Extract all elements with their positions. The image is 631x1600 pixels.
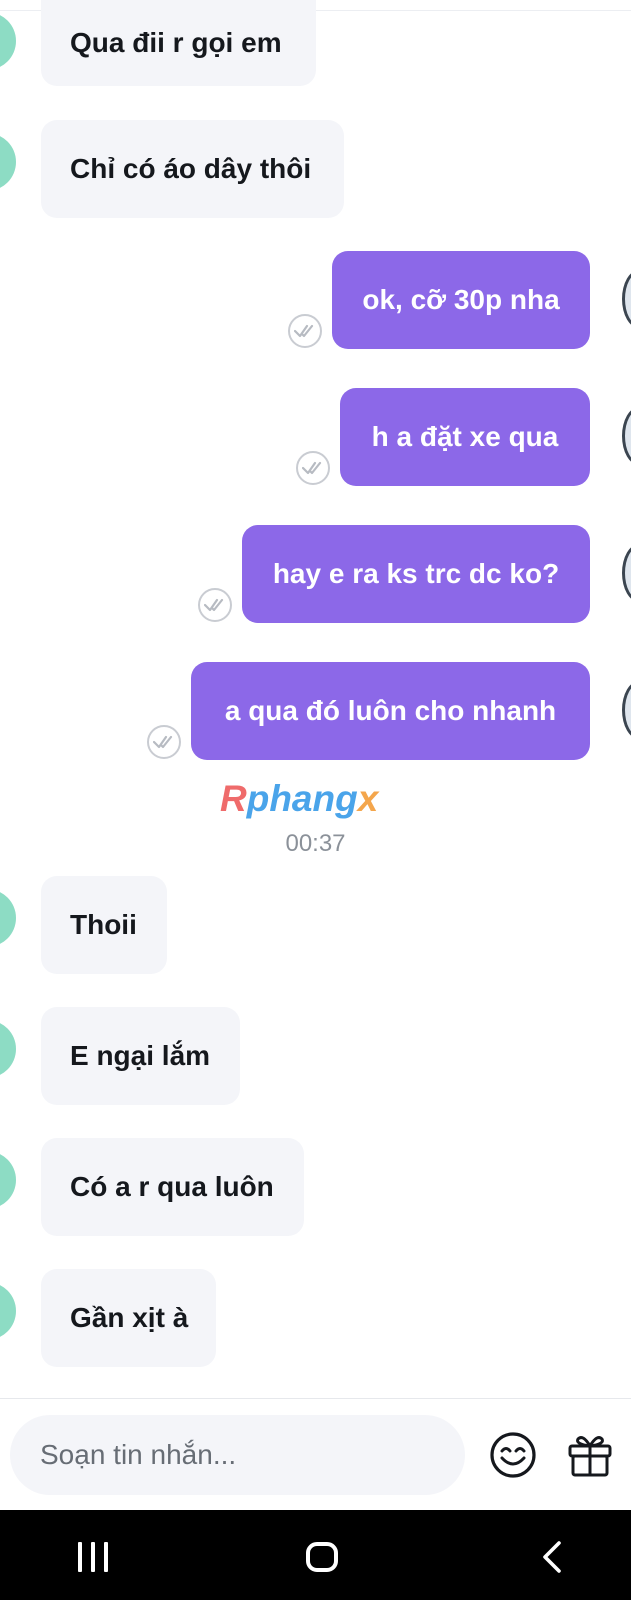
user-avatar[interactable] [622, 681, 631, 739]
message-text: Qua đii r gọi em [70, 27, 282, 58]
smiley-icon [490, 1432, 536, 1478]
message-text: h a đặt xe qua [371, 421, 559, 452]
message-text: hay e ra ks trc dc ko? [272, 558, 560, 589]
emoji-button[interactable] [488, 1430, 538, 1480]
message-bubble-incoming[interactable]: Có a r qua luôn [41, 1138, 304, 1236]
home-icon[interactable] [306, 1542, 338, 1572]
user-avatar[interactable] [622, 270, 631, 328]
recent-apps-icon[interactable] [78, 1542, 112, 1572]
composer-divider [0, 1398, 631, 1399]
message-input[interactable] [38, 1438, 442, 1472]
message-bubble-incoming[interactable]: Thoii [41, 876, 167, 974]
gift-icon [568, 1436, 612, 1477]
contact-avatar[interactable] [0, 12, 16, 70]
message-bubble-incoming[interactable]: Qua đii r gọi em [41, 0, 316, 86]
message-timestamp: 00:37 [285, 830, 346, 857]
message-bubble-incoming[interactable]: Chỉ có áo dây thôi [41, 120, 344, 218]
watermark-logo: Rphangx [220, 778, 379, 819]
message-bubble-incoming[interactable]: Gần xịt à [41, 1269, 216, 1367]
seen-double-check-icon [296, 451, 330, 485]
seen-double-check-icon [147, 725, 181, 759]
message-text: a qua đó luôn cho nhanh [224, 695, 557, 726]
message-text: Chỉ có áo dây thôi [70, 153, 312, 184]
seen-double-check-icon [288, 314, 322, 348]
user-avatar[interactable] [622, 407, 631, 465]
message-text: Gần xịt à [70, 1302, 189, 1333]
message-bubble-outgoing[interactable]: h a đặt xe qua [340, 388, 590, 486]
user-avatar[interactable] [622, 544, 631, 602]
message-composer[interactable] [10, 1415, 465, 1495]
message-text: ok, cỡ 30p nha [362, 284, 560, 315]
message-text: Thoii [70, 909, 137, 940]
contact-avatar[interactable] [0, 1020, 16, 1078]
contact-avatar[interactable] [0, 133, 16, 191]
contact-avatar[interactable] [0, 1151, 16, 1209]
message-text: Có a r qua luôn [70, 1171, 274, 1202]
gift-button[interactable] [565, 1430, 615, 1480]
contact-avatar[interactable] [0, 889, 16, 947]
message-bubble-outgoing[interactable]: a qua đó luôn cho nhanh [191, 662, 590, 760]
chat-area[interactable]: Qua đii r gọi em Chỉ có áo dây thôi ok, … [0, 0, 631, 1398]
message-bubble-incoming[interactable]: E ngại lắm [41, 1007, 240, 1105]
contact-avatar[interactable] [0, 1282, 16, 1340]
message-bubble-outgoing[interactable]: ok, cỡ 30p nha [332, 251, 590, 349]
message-bubble-outgoing[interactable]: hay e ra ks trc dc ko? [242, 525, 590, 623]
back-icon[interactable] [540, 1539, 564, 1575]
seen-double-check-icon [198, 588, 232, 622]
message-text: E ngại lắm [70, 1040, 211, 1071]
